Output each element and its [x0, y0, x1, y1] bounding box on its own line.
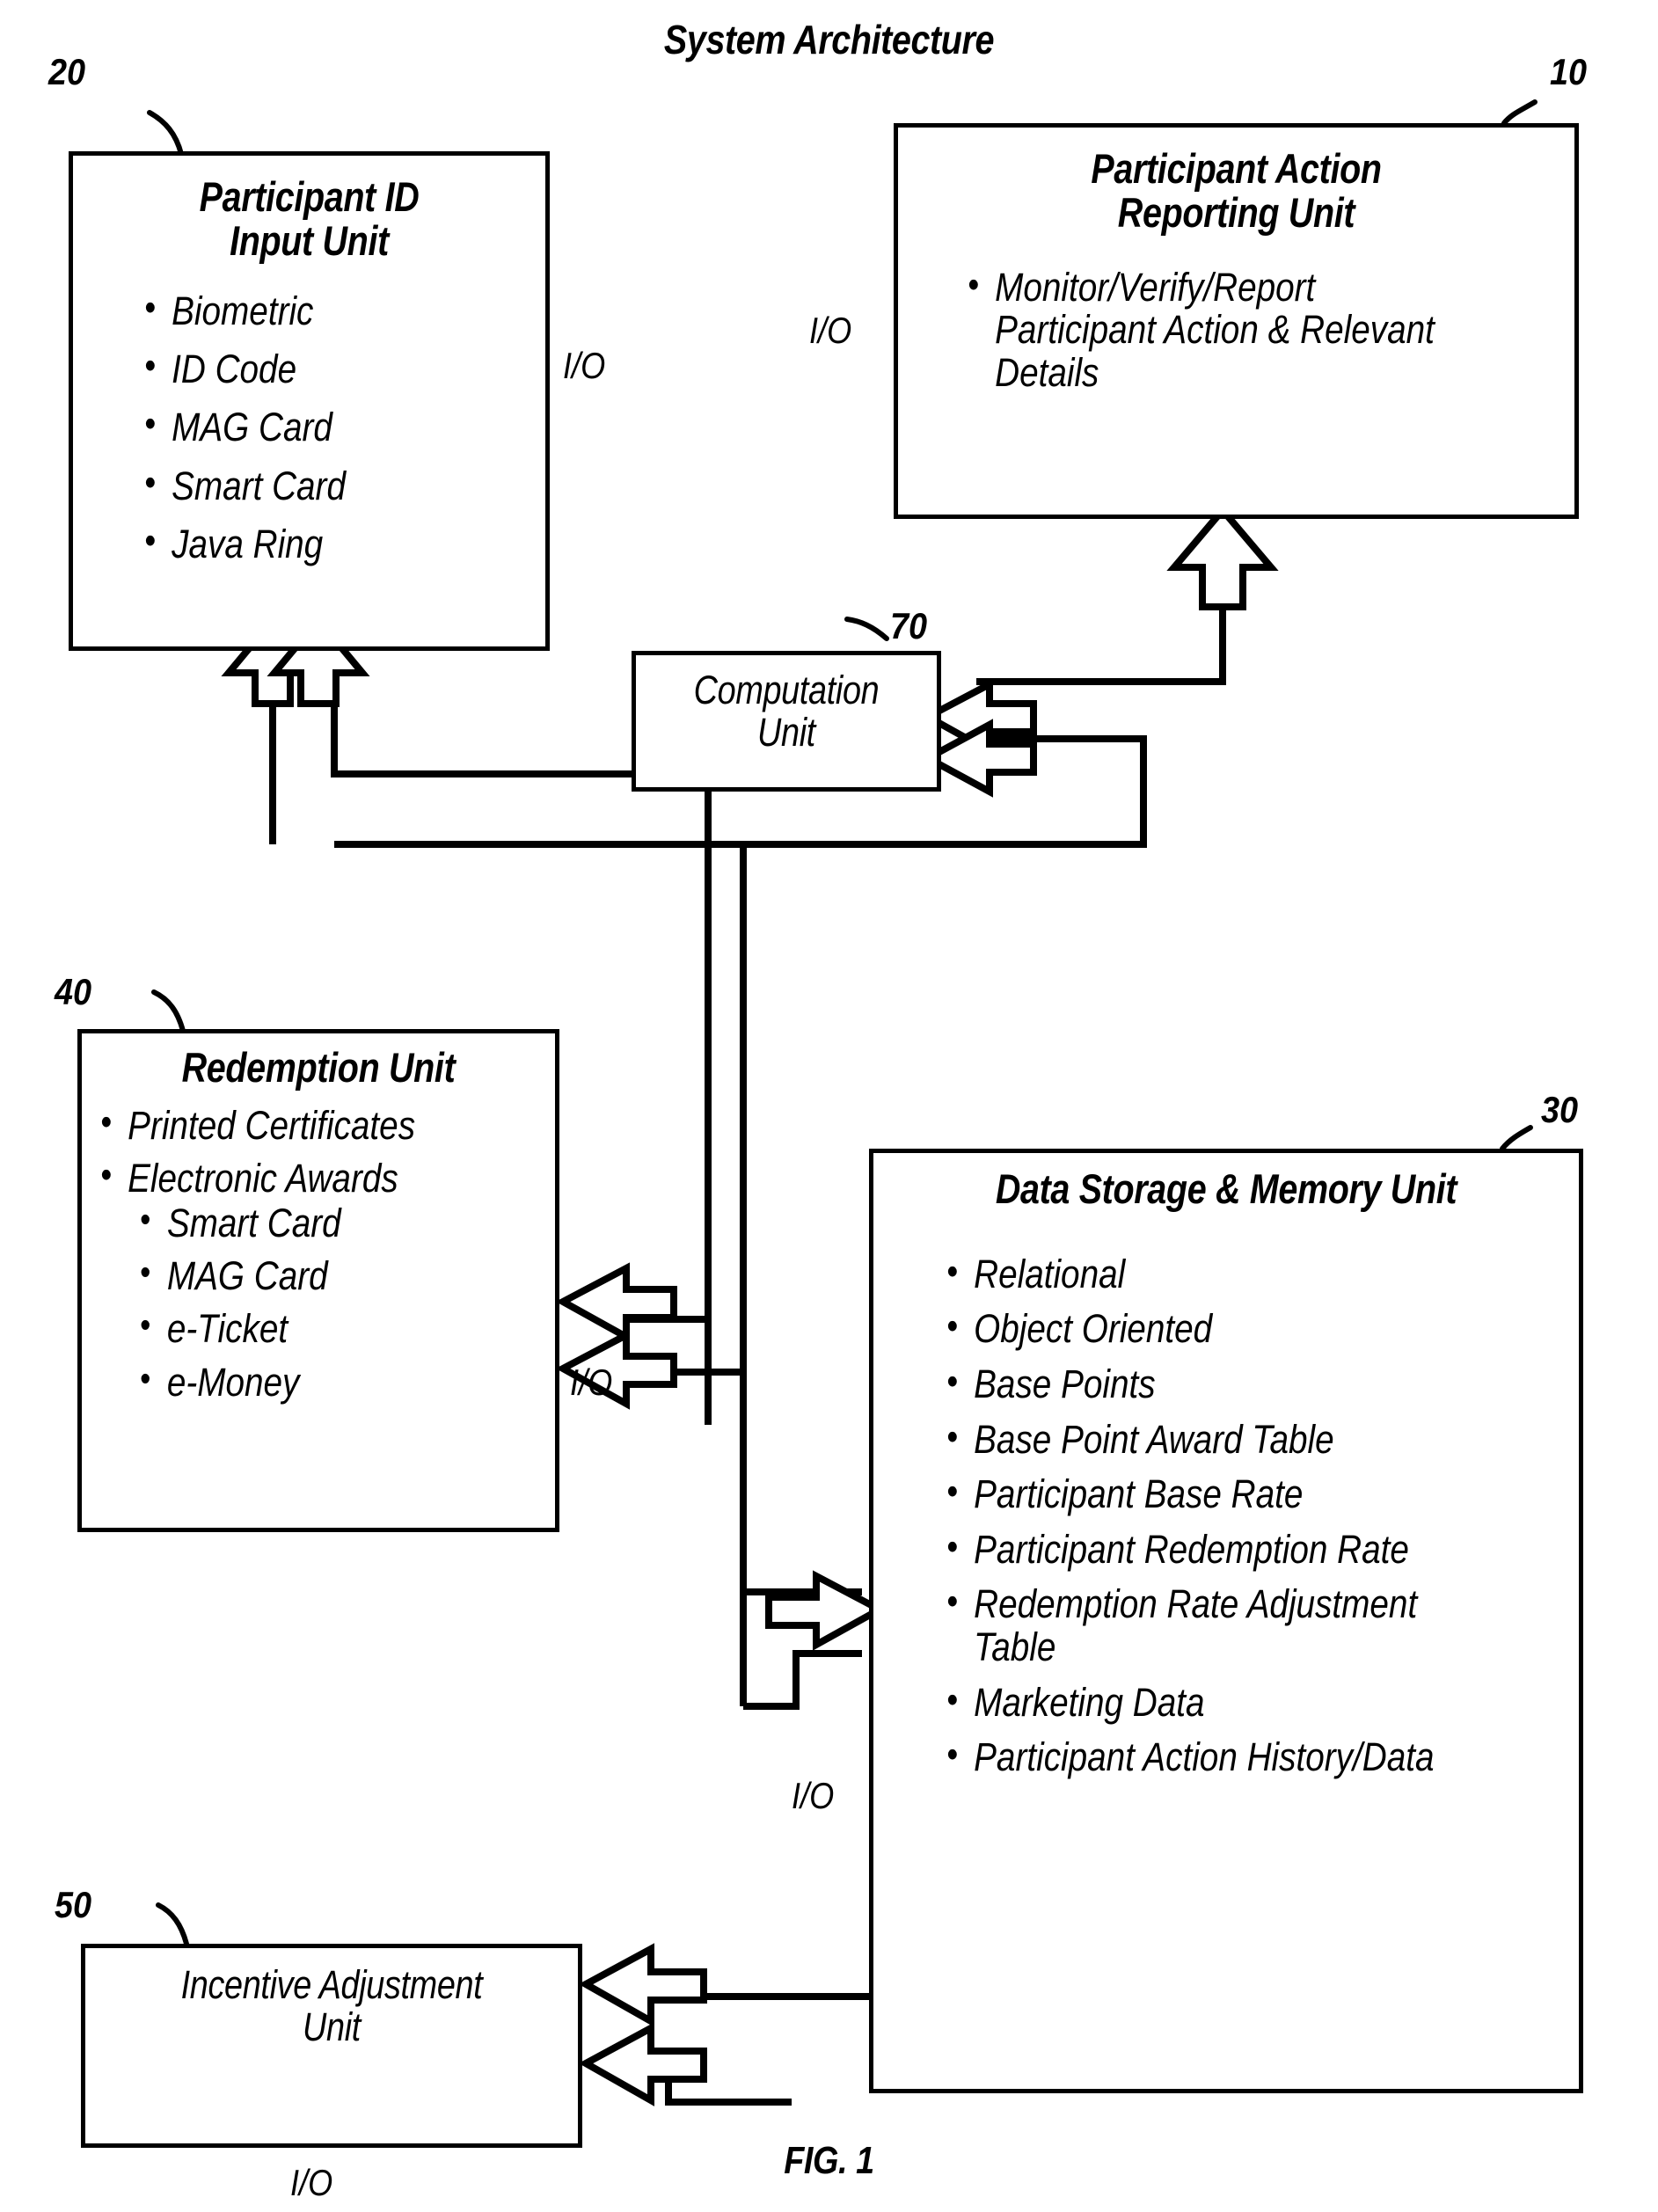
sub-list-item: e-Money [128, 1359, 491, 1405]
reference-number-50: 50 [55, 1884, 92, 1925]
reference-number-70: 70 [890, 605, 928, 646]
list-item: Marketing Data [942, 1680, 1482, 1725]
redemption-unit-title: Redemption Unit [120, 1046, 517, 1090]
page-title: System Architecture [663, 17, 995, 62]
participant-action-reporting-unit-title: Participant Action Reporting Unit [953, 147, 1521, 235]
sub-list-item: MAG Card [128, 1252, 491, 1298]
redemption-unit-list: Printed Certificates Electronic Awards S… [96, 1102, 555, 1405]
list-item: Relational [942, 1252, 1482, 1296]
redemption-unit-sublist: Smart Card MAG Card e-Ticket e-Money [128, 1200, 491, 1405]
computation-unit-box: Computation Unit [632, 651, 941, 792]
list-item: Participant Redemption Rate [942, 1527, 1482, 1572]
sub-list-item: e-Ticket [128, 1305, 491, 1351]
title-line-1: Participant Action [1091, 145, 1382, 192]
participant-id-input-unit-box: Participant ID Input Unit Biometric ID C… [69, 151, 550, 651]
io-label-redemption: I/O [570, 1362, 613, 1403]
list-item: Base Points [942, 1362, 1482, 1406]
reference-number-40: 40 [55, 971, 92, 1012]
list-item: Participant Base Rate [942, 1471, 1482, 1516]
title-line-2: Input Unit [230, 216, 389, 264]
data-storage-memory-unit-title: Data Storage & Memory Unit [930, 1167, 1523, 1211]
list-item-label: Electronic Awards [128, 1156, 398, 1201]
participant-id-input-unit-title: Participant ID Input Unit [111, 175, 508, 263]
list-item: Participant Action History/Data [942, 1734, 1482, 1779]
reference-number-20: 20 [48, 51, 86, 92]
list-item: Smart Card [140, 463, 488, 508]
list-item: Redemption Rate Adjustment Table [942, 1581, 1482, 1668]
data-storage-memory-unit-box: Data Storage & Memory Unit Relational Ob… [869, 1149, 1583, 2093]
title-line-1: Participant ID [199, 173, 420, 220]
list-item: Printed Certificates [96, 1102, 491, 1148]
list-item: Java Ring [140, 521, 488, 566]
redemption-unit-box: Redemption Unit Printed Certificates Ele… [77, 1029, 559, 1532]
reporting-unit-list: Monitor/Verify/Report Participant Action… [963, 265, 1560, 395]
io-label-reporting: I/O [809, 310, 852, 351]
reference-number-30: 30 [1541, 1089, 1579, 1130]
list-item: Base Point Award Table [942, 1417, 1482, 1462]
list-item: MAG Card [140, 404, 488, 449]
incentive-adjustment-unit-title: Incentive Adjustment Unit [125, 1964, 538, 2048]
list-item: Electronic Awards Smart Card MAG Card e-… [96, 1155, 491, 1405]
participant-id-input-list: Biometric ID Code MAG Card Smart Card Ja… [140, 288, 545, 567]
incentive-adjustment-unit-box: Incentive Adjustment Unit [81, 1944, 582, 2148]
io-label-storage: I/O [792, 1775, 835, 1816]
participant-action-reporting-unit-box: Participant Action Reporting Unit Monito… [894, 123, 1579, 519]
data-storage-list: Relational Object Oriented Base Points B… [942, 1252, 1570, 1779]
title-line-2: Reporting Unit [1117, 188, 1355, 236]
title-line-1: Computation [693, 668, 880, 712]
list-item: Object Oriented [942, 1306, 1482, 1351]
title-line-1: Incentive Adjustment [180, 1962, 483, 2007]
figure-caption: FIG. 1 [784, 2139, 874, 2182]
computation-unit-title: Computation Unit [660, 669, 912, 753]
list-item: ID Code [140, 346, 488, 391]
list-item: Biometric [140, 288, 488, 333]
title-line-1: Data Storage & Memory Unit [995, 1165, 1457, 1212]
figure-canvas: System Architecture 20 Participant ID In… [0, 0, 1658, 2212]
reference-number-10: 10 [1550, 51, 1588, 92]
title-line-1: Redemption Unit [181, 1044, 456, 1091]
title-line-2: Unit [303, 2004, 361, 2049]
title-line-2: Unit [757, 709, 815, 755]
io-label-participant-id: I/O [563, 345, 606, 386]
sub-list-item: Smart Card [128, 1200, 491, 1245]
list-item: Monitor/Verify/Report Participant Action… [963, 265, 1477, 395]
